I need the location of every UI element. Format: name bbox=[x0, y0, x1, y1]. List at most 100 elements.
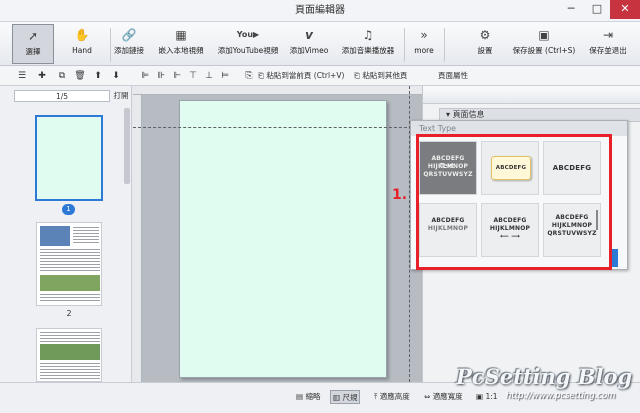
open-page-button[interactable]: 打開 bbox=[112, 90, 130, 102]
embed-video-button[interactable]: ▦ 嵌入本地視頻 bbox=[154, 24, 208, 64]
film-icon: ▦ bbox=[175, 28, 187, 42]
more-button[interactable]: » more bbox=[408, 24, 440, 64]
settings-label: 設置 bbox=[477, 46, 493, 55]
properties-header bbox=[423, 86, 640, 104]
add-link-button[interactable]: 🔗 添加鏈接 bbox=[112, 24, 146, 64]
cursor-icon: ➚ bbox=[27, 29, 39, 43]
page-thumbnail-3[interactable] bbox=[36, 328, 102, 382]
text-line: QRSTUVWSYZ bbox=[423, 171, 473, 178]
ruler-icon: ▥ bbox=[333, 393, 341, 402]
thumbnail-icon: ▤ bbox=[296, 392, 304, 401]
paste-other-label: 粘貼到其他頁 bbox=[362, 71, 408, 80]
fit-height-label: 適應高度 bbox=[379, 392, 410, 401]
window-title: 頁面編輯器 bbox=[295, 5, 345, 16]
thumbnail-label: 縮略 bbox=[305, 392, 321, 401]
edit-toolbar: ☰ ✚ ⧉ 🗑 ⬆ ⬇ ⊫ ⊪ ⊩ ⊤ ⊥ ⊨ ⎘ ⎗ 粘貼到當前頁 (Ctrl… bbox=[0, 66, 640, 86]
text-type-option-2[interactable]: ABCDEFG bbox=[481, 141, 539, 195]
maximize-button[interactable]: □ bbox=[584, 0, 610, 19]
exit-icon: ⇥ bbox=[602, 28, 614, 42]
more-icon: » bbox=[420, 28, 428, 42]
save-settings-label: 保存設置 (Ctrl+S) bbox=[512, 46, 576, 55]
more-label: more bbox=[414, 46, 434, 55]
paste-current-label: 粘貼到當前頁 (Ctrl+V) bbox=[266, 71, 345, 80]
horizontal-guide[interactable] bbox=[133, 127, 422, 128]
add-music-player-label: 添加音樂播放器 bbox=[341, 46, 395, 55]
align-left-icon[interactable]: ⊫ bbox=[138, 68, 152, 84]
page-canvas[interactable] bbox=[179, 100, 387, 378]
select-tool-button[interactable]: ➚ 選擇 bbox=[12, 24, 54, 64]
copy-page-icon[interactable]: ⧉ bbox=[54, 68, 70, 84]
zoom-label: 1:1 bbox=[485, 392, 498, 401]
text-line: ABCDEFG bbox=[555, 214, 589, 221]
align-top-icon[interactable]: ⊤ bbox=[186, 68, 200, 84]
text-line: ABCDEFG bbox=[493, 217, 527, 224]
add-youtube-button[interactable]: You▶ 添加YouTube視頻 bbox=[212, 24, 284, 64]
add-link-label: 添加鏈接 bbox=[114, 46, 144, 55]
text-overlay: Text bbox=[440, 162, 455, 170]
step-annotation: 1. bbox=[392, 187, 408, 203]
text-line: HIJKLMNOP bbox=[551, 222, 593, 229]
add-page-icon[interactable]: ✚ bbox=[34, 68, 50, 84]
toolbar-separator bbox=[404, 28, 405, 62]
save-settings-button[interactable]: ▣ 保存設置 (Ctrl+S) bbox=[508, 24, 580, 64]
thumb-text bbox=[40, 363, 100, 381]
text-type-option-6[interactable]: ABCDEFG HIJKLMNOP QRSTUVWSYZ bbox=[543, 203, 601, 257]
text-type-option-3[interactable]: ABCDEFG bbox=[543, 141, 601, 195]
text-line: ABCDEFG bbox=[552, 164, 592, 172]
text-type-option-4[interactable]: ABCDEFG HIJKLMNOP bbox=[419, 203, 477, 257]
watermark-title: PcSetting Blog bbox=[456, 364, 633, 389]
thumbnail-toggle[interactable]: ▤ 縮略 bbox=[296, 390, 320, 404]
thumbnail-scrollbar[interactable] bbox=[124, 108, 130, 184]
text-line: ABCDEFG bbox=[495, 165, 527, 171]
fit-width-button[interactable]: ⇔ 適應寬度 bbox=[424, 390, 463, 404]
move-down-icon[interactable]: ⬇ bbox=[108, 68, 124, 84]
add-youtube-label: 添加YouTube視頻 bbox=[217, 46, 279, 55]
minimize-button[interactable]: ─ bbox=[558, 0, 584, 19]
close-button[interactable]: ✕ bbox=[610, 0, 640, 19]
copy-icon[interactable]: ⎘ bbox=[242, 68, 256, 84]
actual-size-icon: ▣ bbox=[476, 392, 484, 401]
youtube-icon: You▶ bbox=[236, 30, 260, 39]
toolbar-separator bbox=[444, 28, 445, 62]
thumb-image bbox=[40, 275, 100, 291]
select-tool-label: 選擇 bbox=[25, 47, 41, 56]
save-icon: ▣ bbox=[538, 28, 550, 42]
page-thumbnail-2[interactable] bbox=[36, 222, 102, 306]
fit-height-button[interactable]: ⤒ 適應高度 bbox=[374, 390, 410, 404]
canvas-area bbox=[133, 86, 422, 382]
text-type-option-5[interactable]: ABCDEFG HIJKLMNOP ⟵ ⟶ bbox=[481, 203, 539, 257]
hand-tool-button[interactable]: ✋ Hand bbox=[60, 24, 104, 64]
move-up-icon[interactable]: ⬆ bbox=[90, 68, 106, 84]
paste-other-button[interactable]: ⎗ 粘貼到其他頁 bbox=[354, 68, 407, 84]
thumb-image bbox=[40, 344, 100, 360]
delete-page-icon[interactable]: 🗑 bbox=[72, 68, 88, 84]
watermark-url: http://www.pcsetting.com bbox=[506, 391, 616, 401]
title-bar: 頁面編輯器 ─ □ ✕ bbox=[0, 0, 640, 22]
fit-width-icon: ⇔ bbox=[424, 392, 431, 401]
text-line: HIJKLMNOP bbox=[489, 225, 531, 232]
zoom-actual-button[interactable]: ▣ 1:1 bbox=[476, 390, 498, 404]
add-music-player-button[interactable]: ♫ 添加音樂播放器 bbox=[336, 24, 400, 64]
align-bottom-icon[interactable]: ⊨ bbox=[218, 68, 232, 84]
align-right-icon[interactable]: ⊩ bbox=[170, 68, 184, 84]
settings-button[interactable]: ⚙ 設置 bbox=[468, 24, 502, 64]
text-type-option-1[interactable]: ABCDEFG HIJKLMNOP QRSTUVWSYZ Text bbox=[419, 141, 477, 195]
list-icon[interactable]: ☰ bbox=[14, 68, 30, 84]
page-thumbnail-1[interactable] bbox=[35, 115, 103, 201]
align-center-icon[interactable]: ⊪ bbox=[154, 68, 168, 84]
chevron-down-icon: ▾ bbox=[446, 110, 451, 119]
thumb-text bbox=[40, 249, 100, 271]
page-number-input[interactable]: 1/5 bbox=[14, 90, 110, 102]
ruler-toggle[interactable]: ▥ 尺規 bbox=[330, 390, 361, 404]
align-middle-icon[interactable]: ⊥ bbox=[202, 68, 216, 84]
thumb-text bbox=[73, 227, 99, 245]
text-line: ABCDEFG bbox=[431, 217, 465, 224]
save-exit-button[interactable]: ⇥ 保存並退出 bbox=[582, 24, 634, 64]
link-icon: 🔗 bbox=[121, 28, 137, 42]
text-line: HIJKLMNOP bbox=[427, 225, 469, 232]
fit-height-icon: ⤒ bbox=[374, 392, 378, 401]
arrows-icon: ⟵ ⟶ bbox=[500, 233, 520, 240]
add-vimeo-button[interactable]: v 添加Vimeo bbox=[288, 24, 330, 64]
paste-icon: ⎗ bbox=[258, 71, 264, 80]
paste-current-button[interactable]: ⎗ 粘貼到當前頁 (Ctrl+V) bbox=[258, 68, 344, 84]
